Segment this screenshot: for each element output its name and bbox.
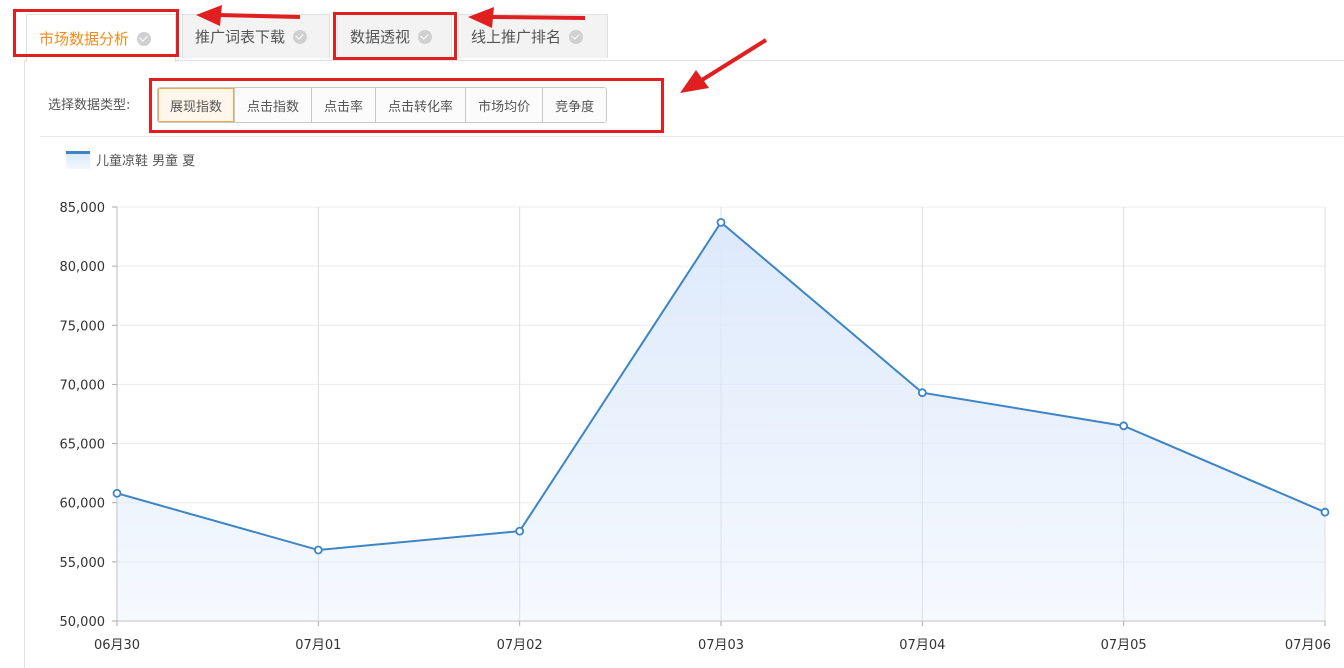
y-tick-label: 85,000	[60, 201, 106, 216]
y-tick-label: 75,000	[60, 319, 106, 334]
data-point[interactable]	[112, 488, 122, 498]
data-point[interactable]	[515, 526, 525, 536]
data-point[interactable]	[716, 217, 726, 227]
series-area	[117, 222, 1325, 621]
x-tick-label: 06月30	[94, 638, 140, 653]
data-point[interactable]	[1320, 507, 1330, 517]
x-tick-label: 07月06	[1285, 638, 1331, 653]
y-tick-label: 80,000	[60, 260, 106, 275]
y-tick-label: 60,000	[60, 497, 106, 512]
data-point[interactable]	[1119, 421, 1129, 431]
x-tick-label: 07月04	[899, 638, 945, 653]
y-tick-label: 55,000	[60, 556, 106, 571]
data-point[interactable]	[917, 388, 927, 398]
x-tick-label: 07月03	[698, 638, 744, 653]
y-tick-label: 50,000	[60, 615, 106, 630]
x-tick-label: 07月02	[497, 638, 543, 653]
data-point[interactable]	[313, 545, 323, 555]
y-tick-label: 65,000	[60, 438, 106, 453]
area-chart: 50,000 55,000 60,000 65,000 70,000 75,000 80,0…	[60, 201, 1332, 653]
y-tick-label: 70,000	[60, 378, 106, 393]
x-tick-label: 07月05	[1101, 638, 1147, 653]
x-tick-label: 07月01	[295, 638, 341, 653]
